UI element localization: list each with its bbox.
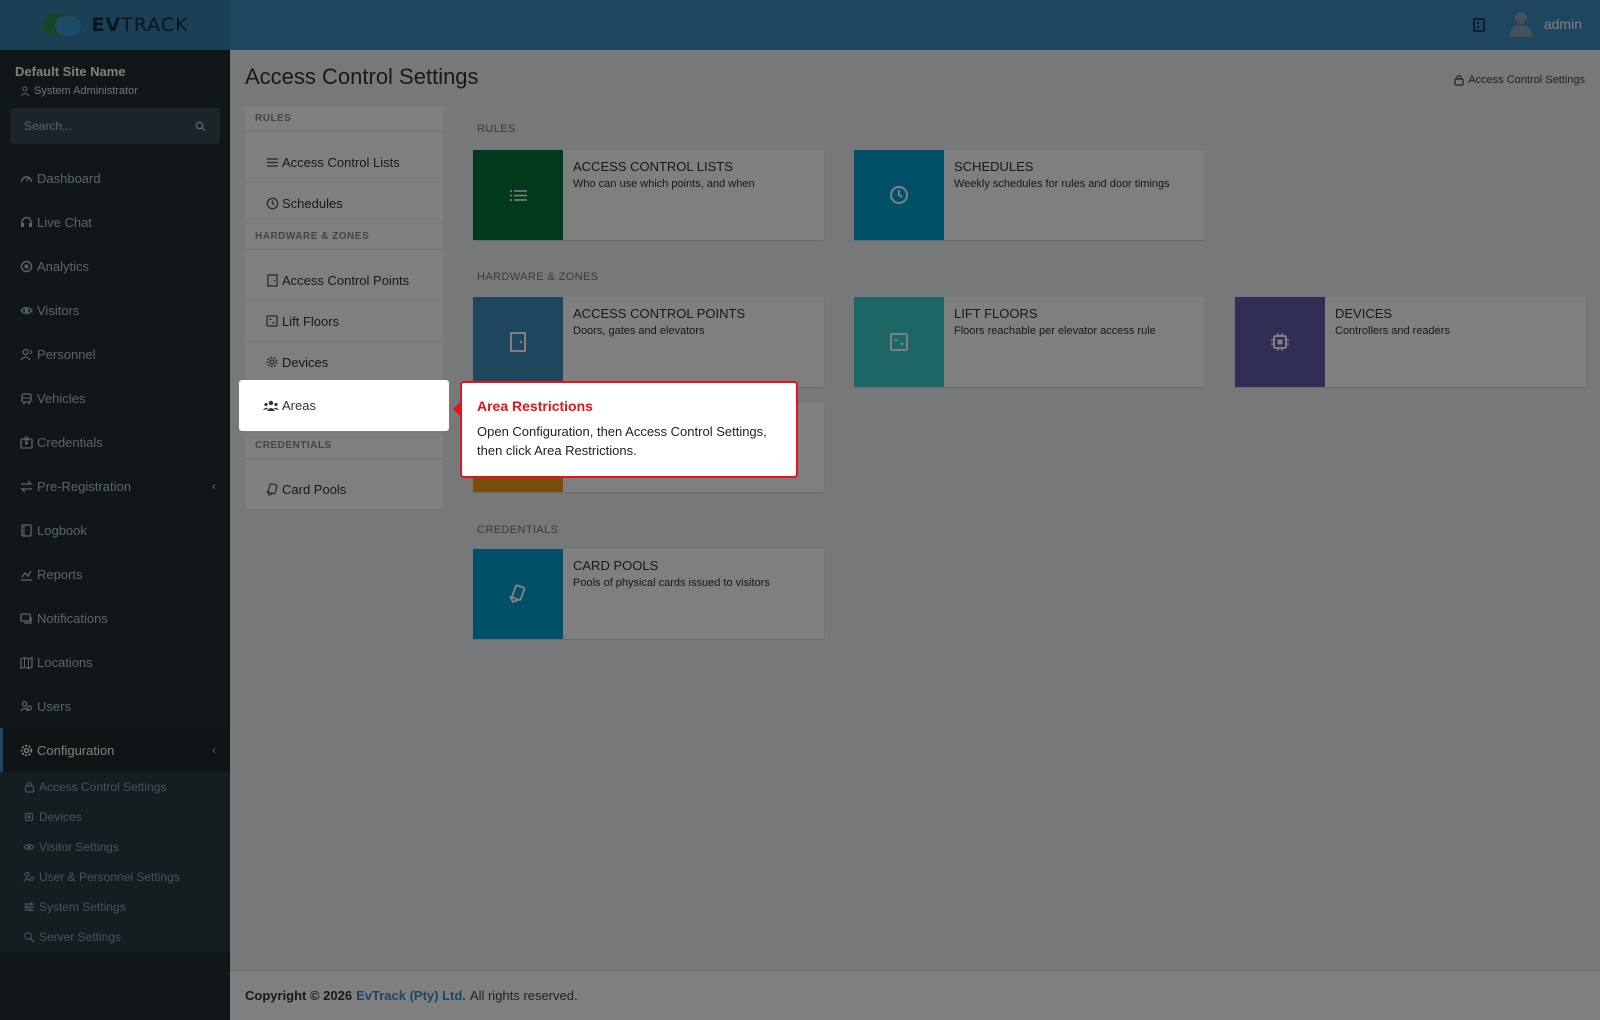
nav-item-areas[interactable]: Areas: [239, 380, 449, 431]
tooltip-body: Open Configuration, then Access Control …: [477, 424, 767, 458]
tour-tooltip: Area Restrictions Open Configuration, th…: [453, 381, 798, 478]
users-icon: [263, 399, 279, 413]
tour-overlay: [0, 0, 1600, 1020]
tooltip-title: Area Restrictions: [477, 398, 593, 414]
tooltip-arrow: [453, 401, 461, 417]
